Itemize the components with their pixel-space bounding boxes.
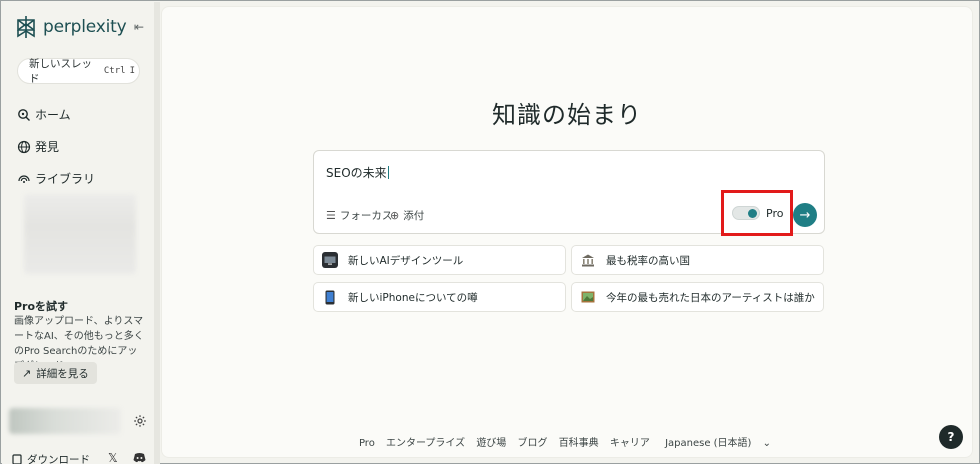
filter-icon: ☰ [326,209,336,222]
suggestion-item[interactable]: 今年の最も売れた日本のアーティストは誰か [571,282,824,312]
avatar [9,408,121,434]
x-icon[interactable]: 𝕏 [108,451,118,464]
footer-link-encyclopedia[interactable]: 百科事典 [559,438,599,449]
footer-link-enterprise[interactable]: エンタープライズ [386,438,465,449]
library-icon [18,174,30,183]
home-search-icon [18,108,30,121]
sidebar-item-label: ホーム [35,108,71,122]
new-thread-label: 新しいスレッド [29,58,92,85]
download-icon [12,454,22,464]
annotation-highlight-box [721,190,793,236]
app-name: perplexity [43,17,127,37]
learn-more-button[interactable]: ↗ 詳細を見る [14,362,97,384]
suggestion-label: 新しいAIデザインツール [348,254,464,267]
download-label: ダウンロード [27,454,90,464]
language-selector[interactable]: Japanese (日本語) ⌄ [661,438,775,449]
user-account[interactable] [9,408,151,436]
sidebar-item-home[interactable]: ホーム [17,106,71,123]
thread-history-blurred [24,194,136,274]
query-text[interactable]: SEOの未来 [326,164,389,181]
chevron-down-icon: ⌄ [762,438,772,449]
submit-button[interactable]: → [793,203,817,227]
query-value: SEOの未来 [326,166,387,180]
attach-button[interactable]: ⊕ 添付 [390,208,424,223]
suggestion-item[interactable]: 新しいAIデザインツール [313,245,566,275]
main-panel: 知識の始まり SEOの未来 ☰ フォーカス ⊕ 添付 Pro → 新しいAIデザ… [161,6,973,458]
learn-more-label: 詳細を見る [36,367,89,380]
suggestion-label: 最も税率の高い国 [606,254,690,267]
footer-link-playground[interactable]: 遊び場 [476,438,506,449]
attach-label: 添付 [403,210,425,222]
sidebar-scrollbar[interactable] [154,2,160,464]
suggestion-item[interactable]: 新しいiPhoneについての噂 [313,282,566,312]
footer-link-careers[interactable]: キャリア [610,438,650,449]
monitor-icon [322,252,338,268]
download-link[interactable]: ダウンロード [12,452,90,464]
footer-link-blog[interactable]: ブログ [518,438,548,449]
sidebar-item-discover[interactable]: 発見 [17,138,59,155]
text-caret [387,166,389,179]
bank-icon [580,252,596,268]
suggestion-item[interactable]: 最も税率の高い国 [571,245,824,275]
pro-promo-title: Proを試す [14,300,69,313]
suggestion-label: 今年の最も売れた日本のアーティストは誰か [606,291,815,304]
sidebar-item-library[interactable]: ライブラリ [17,170,95,187]
phone-icon [322,289,338,305]
shortcut-key-i: I [129,66,135,76]
logo[interactable]: perplexity [15,14,127,40]
help-button[interactable]: ? [939,425,963,449]
arrow-up-right-icon: ↗ [22,366,32,380]
picture-icon [580,289,596,305]
language-label: Japanese (日本語) [665,438,752,449]
plus-circle-icon: ⊕ [390,209,400,222]
collapse-sidebar-icon[interactable]: ⇤ [132,20,146,34]
shortcut-hint: Ctrl I [104,66,139,76]
focus-label: フォーカス [339,210,393,222]
page-title: 知識の始まり [492,101,642,129]
sidebar-item-label: 発見 [35,140,60,154]
gear-icon[interactable] [133,414,147,428]
suggestion-label: 新しいiPhoneについての噂 [348,291,478,304]
shortcut-key-ctrl: Ctrl [103,66,126,76]
sidebar-item-label: ライブラリ [35,172,96,186]
sidebar: perplexity ⇤ 新しいスレッド Ctrl I ホーム 発見 ライブラリ… [2,2,154,464]
footer-link-pro[interactable]: Pro [359,438,375,449]
perplexity-logo-icon [17,16,35,38]
new-thread-button[interactable]: 新しいスレッド Ctrl I [17,58,140,85]
globe-icon [17,140,31,153]
app-window: perplexity ⇤ 新しいスレッド Ctrl I ホーム 発見 ライブラリ… [0,0,980,464]
footer-links: Pro エンタープライズ 遊び場 ブログ 百科事典 キャリア Japanese … [162,434,972,449]
focus-button[interactable]: ☰ フォーカス [326,208,392,223]
arrow-right-icon: → [799,207,811,223]
discord-icon[interactable] [133,452,146,463]
